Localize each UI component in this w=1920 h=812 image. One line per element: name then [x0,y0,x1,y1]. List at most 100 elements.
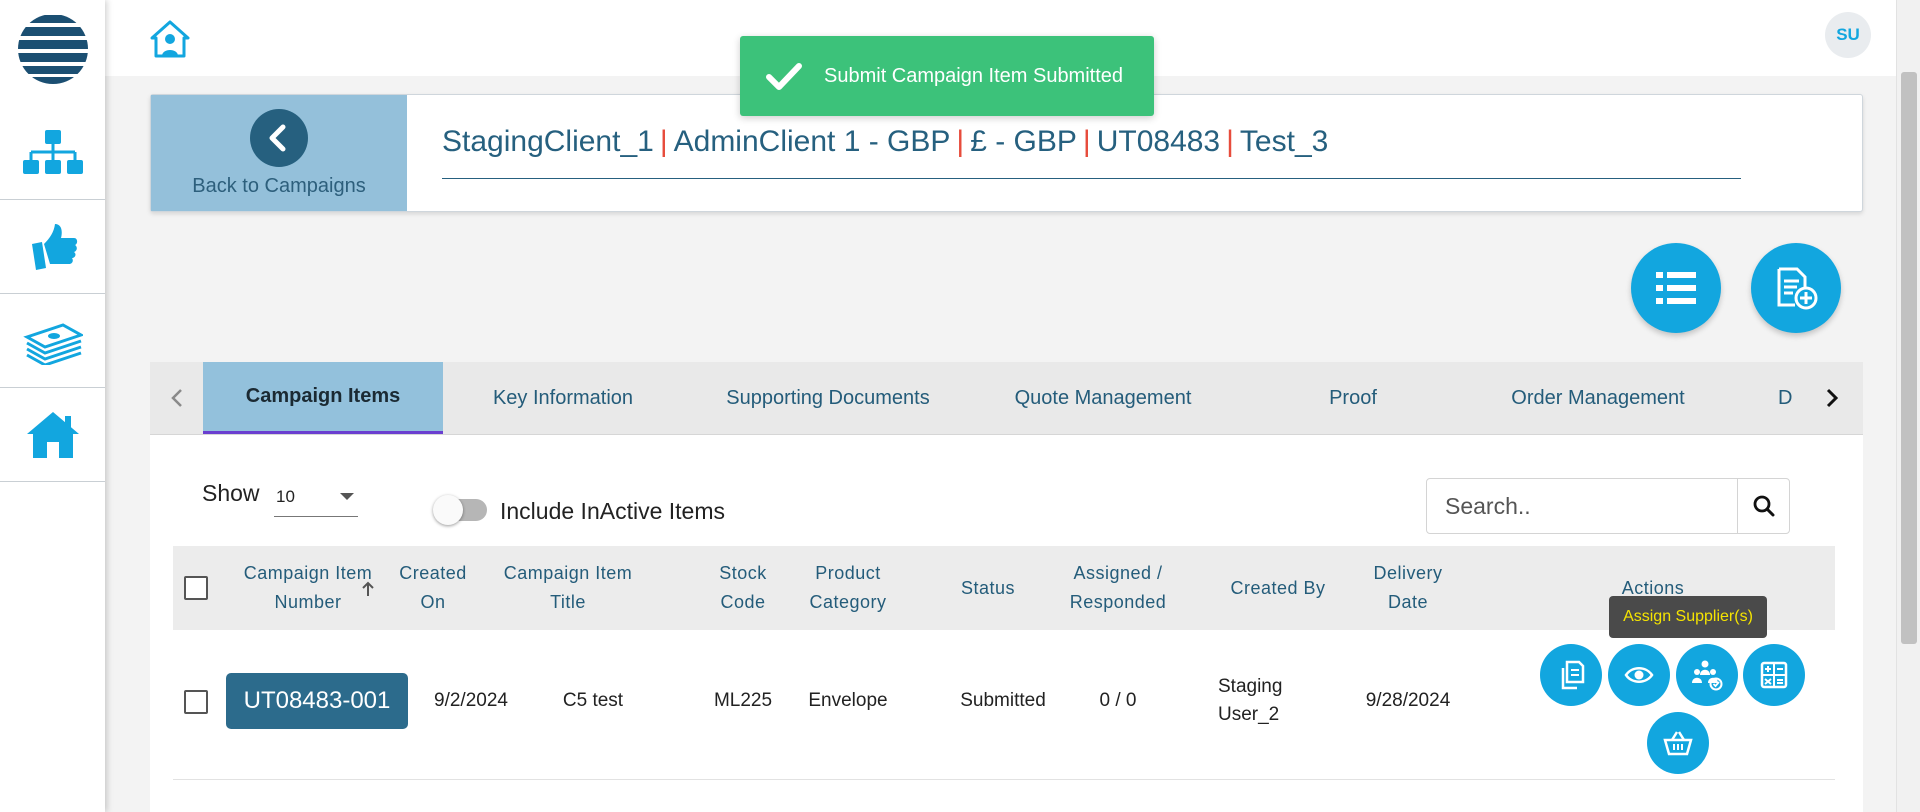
user-avatar[interactable]: SU [1825,12,1871,58]
basket-icon [1663,731,1693,756]
column-header-line: Category [809,592,887,612]
tab-quote-management[interactable]: Quote Management [973,362,1233,434]
column-header-line: Code [720,592,766,612]
assign-supplier-button[interactable] [1676,644,1738,706]
breadcrumb-separator: | [659,125,668,158]
column-header-title[interactable]: Campaign Item Title [478,546,658,630]
column-header-line: Number [274,592,342,612]
view-item-button[interactable] [1608,644,1670,706]
select-all-checkbox[interactable] [184,576,208,600]
tabs-scroll-left[interactable] [150,362,203,434]
vertical-scrollbar[interactable] [1896,0,1920,812]
page-size-value: 10 [276,487,295,506]
breadcrumb-separator: | [956,125,965,158]
breadcrumb-client: StagingClient_1 [442,125,654,158]
column-header-line: Title [550,592,586,612]
tab-supporting-documents[interactable]: Supporting Documents [683,362,973,434]
column-header-line: Stock [719,563,767,583]
calculator-button[interactable] [1743,644,1805,706]
tabs-scroll-right[interactable] [1805,362,1858,434]
delivery-date-cell: 9/28/2024 [1365,690,1451,711]
tab-more[interactable]: D [1778,362,1804,434]
breadcrumb-separator: | [1082,125,1091,158]
list-view-button[interactable] [1631,243,1721,333]
column-header-line: Responded [1069,592,1167,612]
search-icon [1753,495,1774,517]
checkmark-icon [766,63,802,90]
breadcrumb-underline [442,178,1741,179]
back-chevron-icon [250,109,308,167]
tab-campaign-items[interactable]: Campaign Items [203,362,443,434]
created-by-line: User_2 [1218,704,1280,725]
created-on-cell: 9/2/2024 [434,690,508,711]
column-header-delivery-date[interactable]: Delivery Date [1353,546,1463,630]
campaign-item-number-button[interactable]: UT08483-001 [226,673,408,729]
campaign-items-table-card: Show 10 Include InActive Items Campaign … [150,435,1863,812]
sidebar-item-home[interactable] [0,389,105,482]
created-by-cell: Staging User_2 [1218,673,1308,729]
assigned-responded-cell: 0 / 0 [1099,690,1137,711]
sidebar-item-hierarchy[interactable] [0,107,105,200]
money-stack-icon [22,323,83,365]
table-header: Campaign Item Number Created On Campaign… [173,546,1835,630]
left-sidebar [0,0,105,812]
add-document-icon [1777,267,1818,310]
breadcrumb-admin-client: AdminClient 1 - GBP [673,125,951,158]
success-toast: Submit Campaign Item Submitted [740,36,1154,116]
tab-proof[interactable]: Proof [1233,362,1473,434]
page-size-select[interactable]: 10 [274,477,358,517]
column-header-status[interactable]: Status [943,546,1033,630]
search-button[interactable] [1737,479,1789,533]
toggle-knob [433,495,463,525]
table-row: UT08483-001 9/2/2024 C5 test ML225 Envel… [173,630,1835,780]
back-to-campaigns-button[interactable]: Back to Campaigns [151,95,407,211]
main-content: SU Back to Campaigns StagingClient_1 | Adm… [105,0,1896,812]
home-person-icon[interactable] [150,20,190,58]
column-header-created-on[interactable]: Created On [388,546,478,630]
hierarchy-icon [22,130,83,174]
assign-supplier-icon [1692,660,1723,691]
breadcrumb-campaign-name: Test_3 [1239,125,1329,158]
column-header-line: Product [815,563,881,583]
include-inactive-label: Include InActive Items [500,498,725,524]
column-header-created-by[interactable]: Created By [1203,546,1353,630]
campaign-tabs: Campaign Items Key Information Supportin… [150,362,1863,435]
column-header-assigned-responded[interactable]: Assigned / Responded [1043,546,1193,630]
status-cell: Submitted [960,690,1046,711]
assign-supplier-tooltip: Assign Supplier(s) [1609,596,1767,638]
sidebar-item-finance[interactable] [0,295,105,388]
sidebar-item-approvals[interactable] [0,201,105,294]
globe-logo [18,14,88,84]
add-to-basket-button[interactable] [1647,712,1709,774]
breadcrumb-campaign-code: UT08483 [1096,125,1221,158]
view-eye-icon [1624,667,1654,683]
column-header-line: On [420,592,446,612]
column-header-line: Campaign Item [503,563,633,583]
home-icon [26,412,79,458]
scrollbar-thumb[interactable] [1901,72,1917,644]
tab-key-information[interactable]: Key Information [443,362,683,434]
search-box [1426,478,1790,534]
toast-message: Submit Campaign Item Submitted [824,64,1124,87]
chevron-down-icon [340,493,354,500]
include-inactive-toggle[interactable] [433,495,487,525]
list-icon [1656,272,1696,304]
breadcrumb-currency: £ - GBP [970,125,1077,158]
copy-item-button[interactable] [1540,644,1602,706]
back-label: Back to Campaigns [192,175,366,197]
show-label: Show [202,480,260,506]
tab-order-management[interactable]: Order Management [1473,362,1723,434]
row-checkbox[interactable] [184,690,208,714]
created-by-line: Staging [1218,676,1283,697]
campaign-breadcrumb: StagingClient_1 | AdminClient 1 - GBP | £ - … [442,125,1328,159]
column-header-line: Date [1387,592,1429,612]
column-header-product-category[interactable]: Product Category [788,546,908,630]
search-input[interactable] [1427,479,1737,533]
column-header-line: Assigned / [1073,563,1163,583]
column-header-stock-code[interactable]: Stock Code [708,546,778,630]
calculator-icon [1760,661,1788,689]
add-campaign-item-button[interactable] [1751,243,1841,333]
sort-ascending-icon[interactable] [361,581,375,597]
column-header-line: Delivery [1373,563,1443,583]
breadcrumb-separator: | [1226,125,1234,158]
